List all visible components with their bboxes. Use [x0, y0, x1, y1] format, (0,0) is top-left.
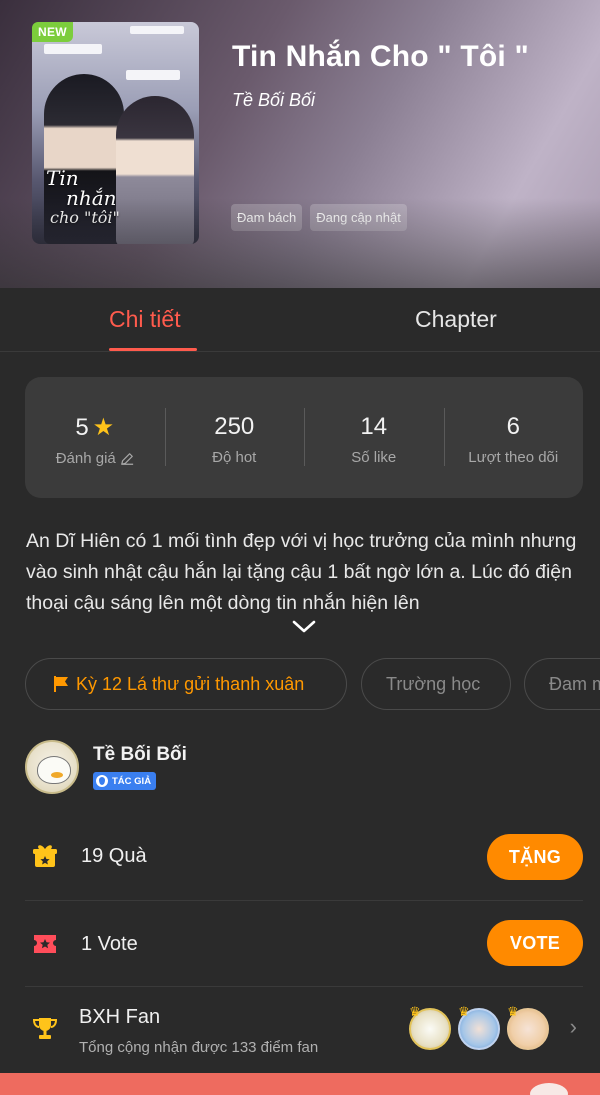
- comic-author[interactable]: Tề Bối Bối: [232, 90, 315, 111]
- author-name[interactable]: Tề Bối Bối: [93, 744, 187, 766]
- cover-bubble: [44, 44, 102, 54]
- fan-avatar[interactable]: ♛: [458, 1004, 500, 1050]
- rating-label: Đánh giá: [55, 450, 116, 467]
- crown-icon: ♛: [409, 1004, 421, 1019]
- trophy-icon: [32, 1018, 58, 1039]
- active-tab-indicator: [109, 348, 197, 351]
- gift-icon: [33, 845, 57, 867]
- fan-rank-title: BXH Fan: [79, 1006, 161, 1028]
- cover-title-art: Tin nhắn cho "tôi": [46, 166, 120, 227]
- vote-row: 1 Vote VOTE: [25, 900, 583, 986]
- likes-value: 14: [360, 413, 388, 440]
- duck-beak: [51, 772, 63, 778]
- bottom-action-bar[interactable]: [0, 1073, 600, 1095]
- hot-label: Độ hot: [212, 449, 257, 466]
- star-icon: ★: [92, 414, 115, 441]
- genre-chip[interactable]: Trường học: [361, 658, 511, 710]
- fan-avatar[interactable]: ♛: [507, 1004, 549, 1050]
- stat-rating[interactable]: 5 ★ Đánh giá: [25, 377, 165, 498]
- tab-bar: Chi tiết Chapter: [0, 288, 600, 352]
- fan-rank-subtitle: Tổng cộng nhận được 133 điểm fan: [79, 1039, 319, 1056]
- chevron-down-icon[interactable]: [292, 620, 316, 634]
- new-badge: NEW: [32, 22, 73, 42]
- author-badge: TÁC GIẢ: [93, 772, 157, 790]
- tab-chapter[interactable]: Chapter: [415, 306, 497, 333]
- follows-label: Lượt theo dõi: [468, 449, 559, 466]
- hot-value: 250: [214, 413, 255, 440]
- comic-title: Tin Nhắn Cho " Tôi ": [232, 40, 529, 73]
- comic-description: An Dĩ Hiên có 1 mối tình đẹp với vị học …: [26, 530, 577, 614]
- tab-details[interactable]: Chi tiết: [109, 306, 181, 333]
- gift-button[interactable]: TẶNG: [487, 834, 583, 880]
- status-tag: Đang cập nhật: [310, 204, 407, 231]
- flag-icon: [54, 676, 68, 692]
- ticket-icon: [34, 935, 56, 953]
- crown-icon: ♛: [507, 1004, 519, 1019]
- event-chip-label: Kỳ 12 Lá thư gửi thanh xuân: [76, 673, 305, 694]
- vote-count: 1 Vote: [81, 933, 138, 955]
- gift-row: 19 Quà TẶNG: [25, 814, 583, 900]
- gift-count: 19 Quà: [81, 845, 147, 867]
- genre-tag[interactable]: Đam bách: [231, 204, 303, 231]
- author-avatar[interactable]: [25, 740, 79, 794]
- droplet-icon: [96, 775, 108, 787]
- chevron-right-icon[interactable]: ›: [570, 1014, 577, 1040]
- stat-hot: 250 Độ hot: [164, 377, 305, 498]
- edit-icon[interactable]: [120, 452, 134, 466]
- fan-rank-row[interactable]: BXH Fan Tổng cộng nhận được 133 điểm fan…: [25, 986, 583, 1072]
- header-banner: Tin nhắn cho "tôi" NEW Tin Nhắn Cho " Tô…: [0, 0, 600, 288]
- likes-label: Số like: [351, 449, 397, 466]
- top-fans: ♛ ♛ ♛: [409, 1004, 549, 1050]
- cover-bubble: [126, 70, 180, 80]
- event-chip[interactable]: Kỳ 12 Lá thư gửi thanh xuân: [25, 658, 347, 710]
- follows-value: 6: [506, 413, 520, 440]
- comic-cover[interactable]: Tin nhắn cho "tôi": [32, 22, 199, 244]
- genre-chip[interactable]: Đam mỹ: [524, 658, 600, 710]
- cover-bubble: [130, 26, 184, 34]
- chip-row: Kỳ 12 Lá thư gửi thanh xuân Trường học Đ…: [25, 658, 600, 710]
- stat-follows: 6 Lượt theo dõi: [443, 377, 584, 498]
- cover-figure: [116, 96, 194, 244]
- stats-panel: 5 ★ Đánh giá 250 Độ hot 14 Số like 6 Lượ…: [25, 377, 583, 498]
- vote-button[interactable]: VOTE: [487, 920, 583, 966]
- rating-value: 5: [75, 413, 89, 441]
- cover-figure: [44, 74, 124, 244]
- crown-icon: ♛: [458, 1004, 470, 1019]
- duck-avatar-art: [37, 756, 71, 784]
- tag-list: Đam bách Đang cập nhật: [231, 204, 407, 231]
- bottom-bar-art: [530, 1083, 568, 1095]
- fan-avatar[interactable]: ♛: [409, 1004, 451, 1050]
- author-badge-label: TÁC GIẢ: [112, 775, 152, 787]
- stat-likes: 14 Số like: [304, 377, 444, 498]
